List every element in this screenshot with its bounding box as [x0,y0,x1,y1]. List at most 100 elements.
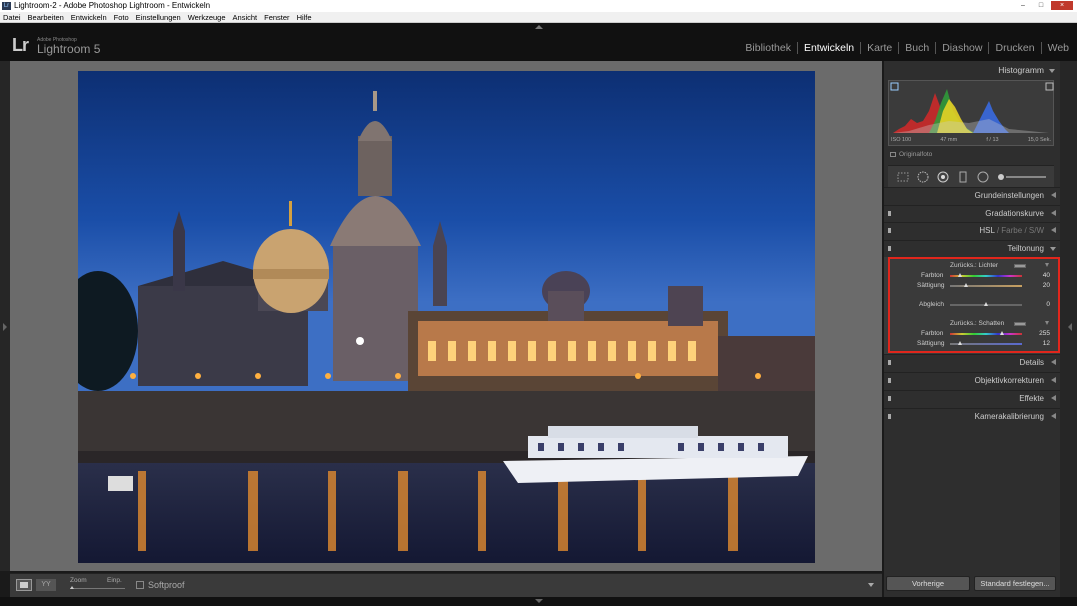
menu-bearbeiten[interactable]: Bearbeiten [28,12,64,22]
collapse-icon [1050,247,1056,251]
tab-bw[interactable]: S/W [1029,226,1044,235]
expand-icon [1051,395,1056,401]
menu-entwickeln[interactable]: Entwickeln [71,12,107,22]
reset-defaults-button[interactable]: Standard festlegen... [974,576,1056,591]
section-lens-label: Objektivkorrekturen [974,376,1044,385]
graduated-filter-icon[interactable] [956,171,970,183]
before-after-button[interactable]: YY [36,579,56,591]
radial-filter-icon[interactable] [976,171,990,183]
softproof-label: Softproof [148,580,185,590]
expand-filmstrip-icon[interactable] [535,599,543,603]
module-diashow[interactable]: Diashow [936,42,990,54]
menu-hilfe[interactable]: Hilfe [297,12,312,22]
crop-icon[interactable] [896,171,910,183]
histogram-header[interactable]: Histogramm [884,65,1060,77]
section-details[interactable]: Details [884,354,1060,370]
expand-icon [1051,210,1056,216]
histogram-title: Histogramm [998,65,1044,75]
collapse-icon [1049,69,1055,73]
fit-label: Einp. [107,577,122,584]
module-bibliothek[interactable]: Bibliothek [739,42,798,54]
window-controls: – □ × [1015,1,1073,10]
menu-einstellungen[interactable]: Einstellungen [136,12,181,22]
iso-value: ISO 100 [891,137,912,143]
tool-strip [888,165,1054,187]
lightroom-logo: Lr [12,35,29,55]
panel-switch-icon[interactable] [888,228,891,233]
module-picker: Bibliothek Entwickeln Karte Buch Diashow… [739,42,1069,54]
window-title-bar: Lr Lightroom-2 - Adobe Photoshop Lightro… [0,0,1077,12]
adjustment-brush-icon[interactable] [996,171,1048,183]
shadow-clip-icon [890,82,899,91]
menu-foto[interactable]: Foto [114,12,129,22]
section-basic-label: Grundeinstellungen [974,191,1044,200]
collapse-right-icon[interactable] [1068,323,1072,331]
module-entwickeln[interactable]: Entwickeln [798,42,862,54]
toolbar-dropdown-icon[interactable] [868,583,874,587]
menu-werkzeuge[interactable]: Werkzeuge [188,12,226,22]
expand-icon [1051,359,1056,365]
red-eye-icon[interactable] [936,171,950,183]
original-photo-label: Originalfoto [899,151,933,158]
section-split-toning[interactable]: Teiltonung [884,240,1060,256]
exposure-value: 15,0 Sek. [1027,137,1051,143]
module-web[interactable]: Web [1042,42,1069,54]
menu-bar: Datei Bearbeiten Entwickeln Foto Einstel… [0,12,1077,23]
app-icon: Lr [2,2,11,10]
tab-hsl[interactable]: HSL [979,226,994,235]
exif-info: ISO 100 47 mm f / 13 15,0 Sek. [888,137,1054,146]
module-drucken[interactable]: Drucken [989,42,1042,54]
section-tone-curve[interactable]: Gradationskurve [884,205,1060,221]
previous-button[interactable]: Vorherige [886,576,970,591]
highlight-clip-icon [1045,82,1054,91]
section-hsl[interactable]: HSL / Farbe / S/W [884,222,1060,238]
section-effects-label: Effekte [1019,394,1044,403]
section-calibration[interactable]: Kamerakalibrierung [884,408,1060,424]
identity-bar: Lr Adobe Photoshop Lightroom 5 Bibliothe… [0,23,1077,61]
spot-removal-icon[interactable] [916,171,930,183]
section-lens[interactable]: Objektivkorrekturen [884,372,1060,388]
panel-switch-icon[interactable] [888,414,891,419]
section-basic[interactable]: Grundeinstellungen [884,187,1060,203]
section-split-label: Teiltonung [1007,244,1044,253]
section-calib-label: Kamerakalibrierung [974,412,1044,421]
menu-ansicht[interactable]: Ansicht [233,12,258,22]
original-photo-toggle[interactable]: Originalfoto [890,151,932,158]
left-panel-collapsed [0,61,10,571]
photo-night-skyline [78,71,815,563]
expand-icon [1051,192,1056,198]
panel-switch-icon[interactable] [888,246,891,251]
loupe-view-icon[interactable] [16,579,32,591]
filmstrip-collapsed [0,597,1077,606]
focal-value: 47 mm [940,137,958,143]
aperture-value: f / 13 [986,137,999,143]
panel-switch-icon[interactable] [888,211,891,216]
zoom-slider[interactable] [70,586,125,589]
logo-name: Lightroom 5 [37,42,101,56]
panel-switch-icon[interactable] [888,378,891,383]
original-photo-icon [890,152,896,157]
bottom-toolbar: YY Zoom Einp. Softproof [10,573,882,597]
collapse-top-icon[interactable] [535,25,543,29]
zoom-label: Zoom [70,577,87,584]
window-title: Lightroom-2 - Adobe Photoshop Lightroom … [14,1,211,10]
module-karte[interactable]: Karte [861,42,900,54]
section-effects[interactable]: Effekte [884,390,1060,406]
expand-icon [1051,413,1056,419]
panel-switch-icon[interactable] [888,396,891,401]
softproof-checkbox[interactable] [136,581,144,589]
menu-datei[interactable]: Datei [3,12,21,22]
expand-icon [1051,377,1056,383]
panel-switch-icon[interactable] [888,360,891,365]
maximize-button[interactable]: □ [1033,1,1049,10]
tab-color[interactable]: Farbe [1001,226,1022,235]
expand-left-icon[interactable] [3,323,7,331]
module-buch[interactable]: Buch [899,42,937,54]
close-button[interactable]: × [1051,1,1073,10]
section-curve-label: Gradationskurve [985,209,1044,218]
menu-fenster[interactable]: Fenster [264,12,289,22]
minimize-button[interactable]: – [1015,1,1031,10]
image-canvas [10,61,882,571]
right-edge [1060,61,1077,597]
photo-preview[interactable] [78,71,815,563]
